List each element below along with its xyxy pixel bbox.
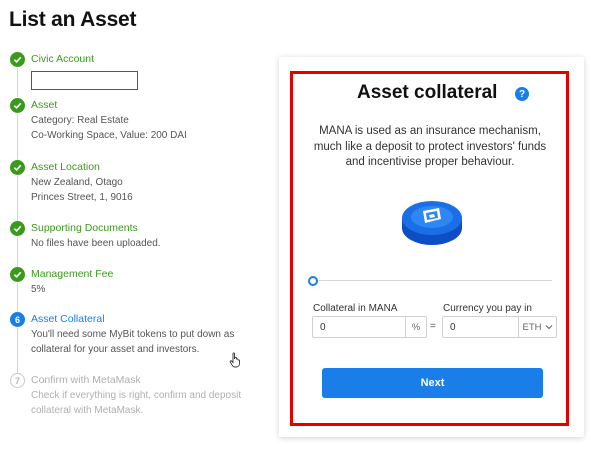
card-description: MANA is used as an insurance mechanism, … [313, 125, 547, 168]
step-detail: New Zealand, Otago [31, 177, 123, 188]
step-detail: Co-Working Space, Value: 200 DAI [31, 130, 187, 141]
step-detail: Princes Street, 1, 9016 [31, 192, 133, 203]
step-connector [17, 328, 18, 373]
step-detail: collateral for your asset and investors. [31, 344, 200, 355]
collateral-slider-handle[interactable] [308, 276, 318, 286]
step-connector [17, 176, 18, 221]
step-connector [17, 237, 18, 267]
step-detail: Check if everything is right, confirm an… [31, 390, 242, 401]
step-title[interactable]: Management Fee [31, 268, 113, 280]
checkmark-icon [10, 160, 25, 175]
collateral-slider-track[interactable] [314, 280, 552, 281]
step-connector [17, 114, 18, 160]
step-title[interactable]: Supporting Documents [31, 222, 138, 234]
checkmark-icon [10, 221, 25, 236]
currency-amount-input[interactable]: 0 ETH [442, 316, 557, 338]
step-detail: collateral with MetaMask. [31, 405, 144, 416]
step-title: Confirm with MetaMask [31, 374, 141, 386]
step-detail: 5% [31, 284, 46, 295]
chevron-down-icon [545, 325, 552, 330]
currency-value: 0 [450, 322, 456, 333]
step-number-badge: 7 [10, 373, 25, 388]
step-detail: Category: Real Estate [31, 115, 129, 126]
percent-addon: % [405, 317, 426, 337]
step-detail: You'll need some MyBit tokens to put dow… [31, 329, 235, 340]
step-connector [17, 68, 18, 97]
page-title: List an Asset [9, 8, 137, 31]
card-title: Asset collateral [357, 82, 498, 103]
mana-coin-icon [402, 201, 462, 245]
checkmark-icon [10, 52, 25, 67]
collateral-value: 0 [320, 322, 326, 333]
step-detail: No files have been uploaded. [31, 238, 161, 249]
next-button[interactable]: Next [322, 368, 543, 398]
step-connector [17, 283, 18, 312]
help-icon[interactable]: ? [515, 87, 529, 101]
currency-select[interactable]: ETH [518, 317, 556, 337]
hand-cursor-icon [229, 352, 240, 368]
collateral-input[interactable]: 0 % [312, 316, 427, 338]
checkmark-icon [10, 98, 25, 113]
equals-sign: = [430, 321, 436, 332]
currency-label: Currency you pay in [443, 303, 532, 314]
step-title[interactable]: Civic Account [31, 53, 94, 65]
civic-account-field[interactable] [31, 71, 138, 90]
checkmark-icon [10, 267, 25, 282]
step-title[interactable]: Asset [31, 99, 57, 111]
currency-selected: ETH [522, 321, 542, 333]
step-number-badge: 6 [10, 312, 25, 327]
step-title[interactable]: Asset Collateral [31, 313, 105, 325]
collateral-label: Collateral in MANA [313, 303, 398, 314]
step-title[interactable]: Asset Location [31, 161, 100, 173]
